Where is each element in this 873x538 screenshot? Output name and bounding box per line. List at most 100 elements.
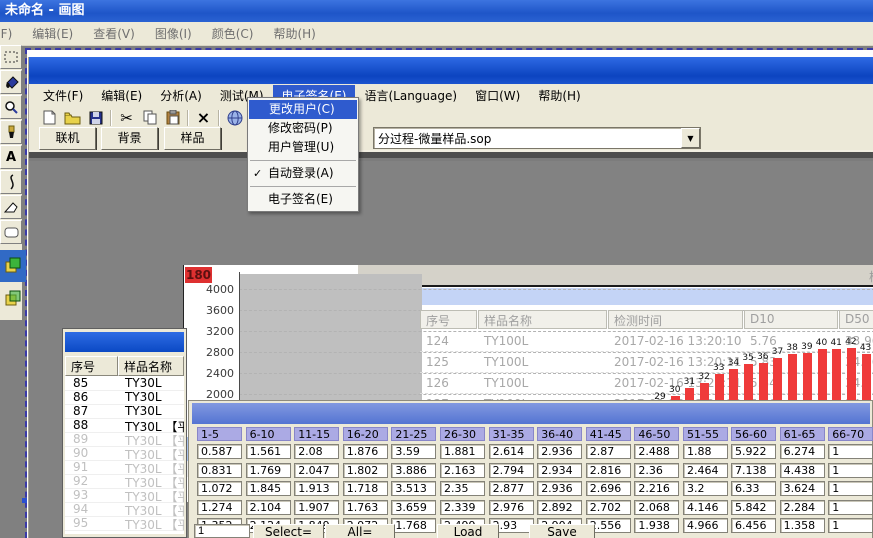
paint-menu-item[interactable]: 编辑(E)	[22, 25, 83, 42]
select-button[interactable]: Select=	[253, 524, 324, 538]
app-menu-item[interactable]: 文件(F)	[34, 85, 92, 106]
dist-cell[interactable]: 2.068	[634, 500, 679, 515]
app-menu-item[interactable]: 帮助(H)	[529, 85, 589, 106]
dist-cell[interactable]: 1	[828, 463, 873, 478]
dist-column-header[interactable]: 36-40	[537, 427, 582, 441]
dist-column-header[interactable]: 16-20	[343, 427, 388, 441]
dist-cell[interactable]: 1	[828, 500, 873, 515]
dist-cell[interactable]: 4.146	[683, 500, 728, 515]
dist-column-header[interactable]: 41-45	[586, 427, 631, 441]
dist-column-header[interactable]: 6-10	[246, 427, 291, 441]
cut-icon[interactable]: ✂	[118, 110, 135, 126]
signature-menu-item[interactable]: 更改用户(C)	[249, 100, 357, 119]
dist-cell[interactable]: 1.845	[246, 481, 291, 496]
globe-icon[interactable]	[226, 110, 243, 126]
dist-column-header[interactable]: 11-15	[294, 427, 339, 441]
dist-cell[interactable]: 2.936	[537, 444, 582, 459]
sample-button[interactable]: 样品	[164, 127, 221, 150]
dist-cell[interactable]: 2.163	[440, 463, 485, 478]
dist-column-header[interactable]: 1-5	[197, 427, 242, 441]
dist-cell[interactable]: 5.842	[731, 500, 776, 515]
dist-cell[interactable]: 2.36	[634, 463, 679, 478]
dist-cell[interactable]: 1.913	[294, 481, 339, 496]
dist-column-header[interactable]: 21-25	[391, 427, 436, 441]
dist-cell[interactable]: 1.274	[197, 500, 242, 515]
dist-column-header[interactable]: 31-35	[489, 427, 534, 441]
dist-cell[interactable]: 2.87	[586, 444, 631, 459]
dist-cell[interactable]: 0.587	[197, 444, 242, 459]
copy-icon[interactable]	[141, 110, 158, 126]
dist-cell[interactable]: 2.696	[586, 481, 631, 496]
dist-column-header[interactable]: 56-60	[731, 427, 776, 441]
rounded-rect-icon[interactable]	[0, 220, 22, 244]
dist-cell[interactable]: 3.513	[391, 481, 436, 496]
dist-cell[interactable]: 1.072	[197, 481, 242, 496]
paint-menu-item[interactable]: 图像(I)	[145, 25, 202, 42]
app-menu-item[interactable]: 窗口(W)	[466, 85, 529, 106]
dist-cell[interactable]: 6.33	[731, 481, 776, 496]
list-item[interactable]: 85TY30L	[65, 376, 184, 391]
dist-cell[interactable]: 5.922	[731, 444, 776, 459]
dist-cell[interactable]: 4.438	[780, 463, 825, 478]
dist-cell[interactable]: 3.59	[391, 444, 436, 459]
signature-menu-item[interactable]: 用户管理(U)	[248, 138, 358, 157]
selection-handle[interactable]	[22, 498, 27, 503]
dist-cell[interactable]: 2.934	[537, 463, 582, 478]
dist-cell[interactable]: 2.047	[294, 463, 339, 478]
app-menu-item[interactable]: 语言(Language)	[355, 85, 466, 106]
dist-cell[interactable]: 2.794	[489, 463, 534, 478]
polygon-tool-icon[interactable]	[0, 195, 22, 219]
delete-icon[interactable]: ×	[195, 110, 212, 126]
dist-cell[interactable]: 1.769	[246, 463, 291, 478]
dist-cell[interactable]: 1.561	[246, 444, 291, 459]
dist-cell[interactable]: 2.976	[489, 500, 534, 515]
dist-cell[interactable]: 1.768	[391, 518, 436, 533]
dist-column-header[interactable]: 46-50	[634, 427, 679, 441]
dist-cell[interactable]: 2.284	[780, 500, 825, 515]
paint-menu-item[interactable]: 文件(F)	[0, 25, 22, 42]
dist-column-header[interactable]: 51-55	[683, 427, 728, 441]
dist-cell[interactable]: 3.659	[391, 500, 436, 515]
app-menu-item[interactable]: 分析(A)	[151, 85, 211, 106]
dist-cell[interactable]: 1.88	[683, 444, 728, 459]
paste-icon[interactable]	[164, 110, 181, 126]
online-button[interactable]: 联机	[39, 127, 96, 150]
all-button[interactable]: All=	[325, 524, 395, 538]
dist-column-header[interactable]: 26-30	[440, 427, 485, 441]
opaque-paste-option[interactable]	[0, 250, 26, 282]
dist-cell[interactable]: 6.456	[731, 518, 776, 533]
dist-cell[interactable]: 2.339	[440, 500, 485, 515]
load-button[interactable]: Load	[437, 524, 499, 538]
save-icon[interactable]	[87, 110, 104, 126]
dist-cell[interactable]: 2.877	[489, 481, 534, 496]
dist-cell[interactable]: 1.881	[440, 444, 485, 459]
paint-menu-item[interactable]: 颜色(C)	[202, 25, 264, 42]
dist-cell[interactable]: 3.2	[683, 481, 728, 496]
dist-cell[interactable]: 7.138	[731, 463, 776, 478]
dist-cell[interactable]: 2.614	[489, 444, 534, 459]
dist-cell[interactable]: 1.802	[343, 463, 388, 478]
column-header-name[interactable]: 样品名称	[118, 356, 184, 376]
dist-column-header[interactable]: 66-70	[828, 427, 873, 441]
dist-cell[interactable]: 2.08	[294, 444, 339, 459]
sample-list-titlebar[interactable]	[65, 332, 184, 352]
dist-cell[interactable]: 1.876	[343, 444, 388, 459]
sop-combobox[interactable]: 分过程-微量样品.sop ▼	[373, 127, 701, 149]
text-tool-icon[interactable]: A	[0, 145, 22, 169]
dist-cell[interactable]: 2.892	[537, 500, 582, 515]
open-file-icon[interactable]	[64, 110, 81, 126]
dist-cell[interactable]: 2.104	[246, 500, 291, 515]
dist-cell[interactable]: 2.464	[683, 463, 728, 478]
dist-cell[interactable]: 2.35	[440, 481, 485, 496]
paint-menu-item[interactable]: 帮助(H)	[263, 25, 325, 42]
dist-cell[interactable]: 1.763	[343, 500, 388, 515]
dist-cell[interactable]: 1.718	[343, 481, 388, 496]
dist-cell[interactable]: 1	[828, 481, 873, 496]
dist-cell[interactable]: 2.216	[634, 481, 679, 496]
list-item[interactable]: 88TY30L 【平均】	[65, 418, 184, 433]
dist-cell[interactable]: 1.938	[634, 518, 679, 533]
dist-cell[interactable]: 1.907	[294, 500, 339, 515]
list-item[interactable]: 87TY30L	[65, 404, 184, 419]
dist-cell[interactable]: 6.274	[780, 444, 825, 459]
list-item[interactable]: 86TY30L	[65, 390, 184, 405]
